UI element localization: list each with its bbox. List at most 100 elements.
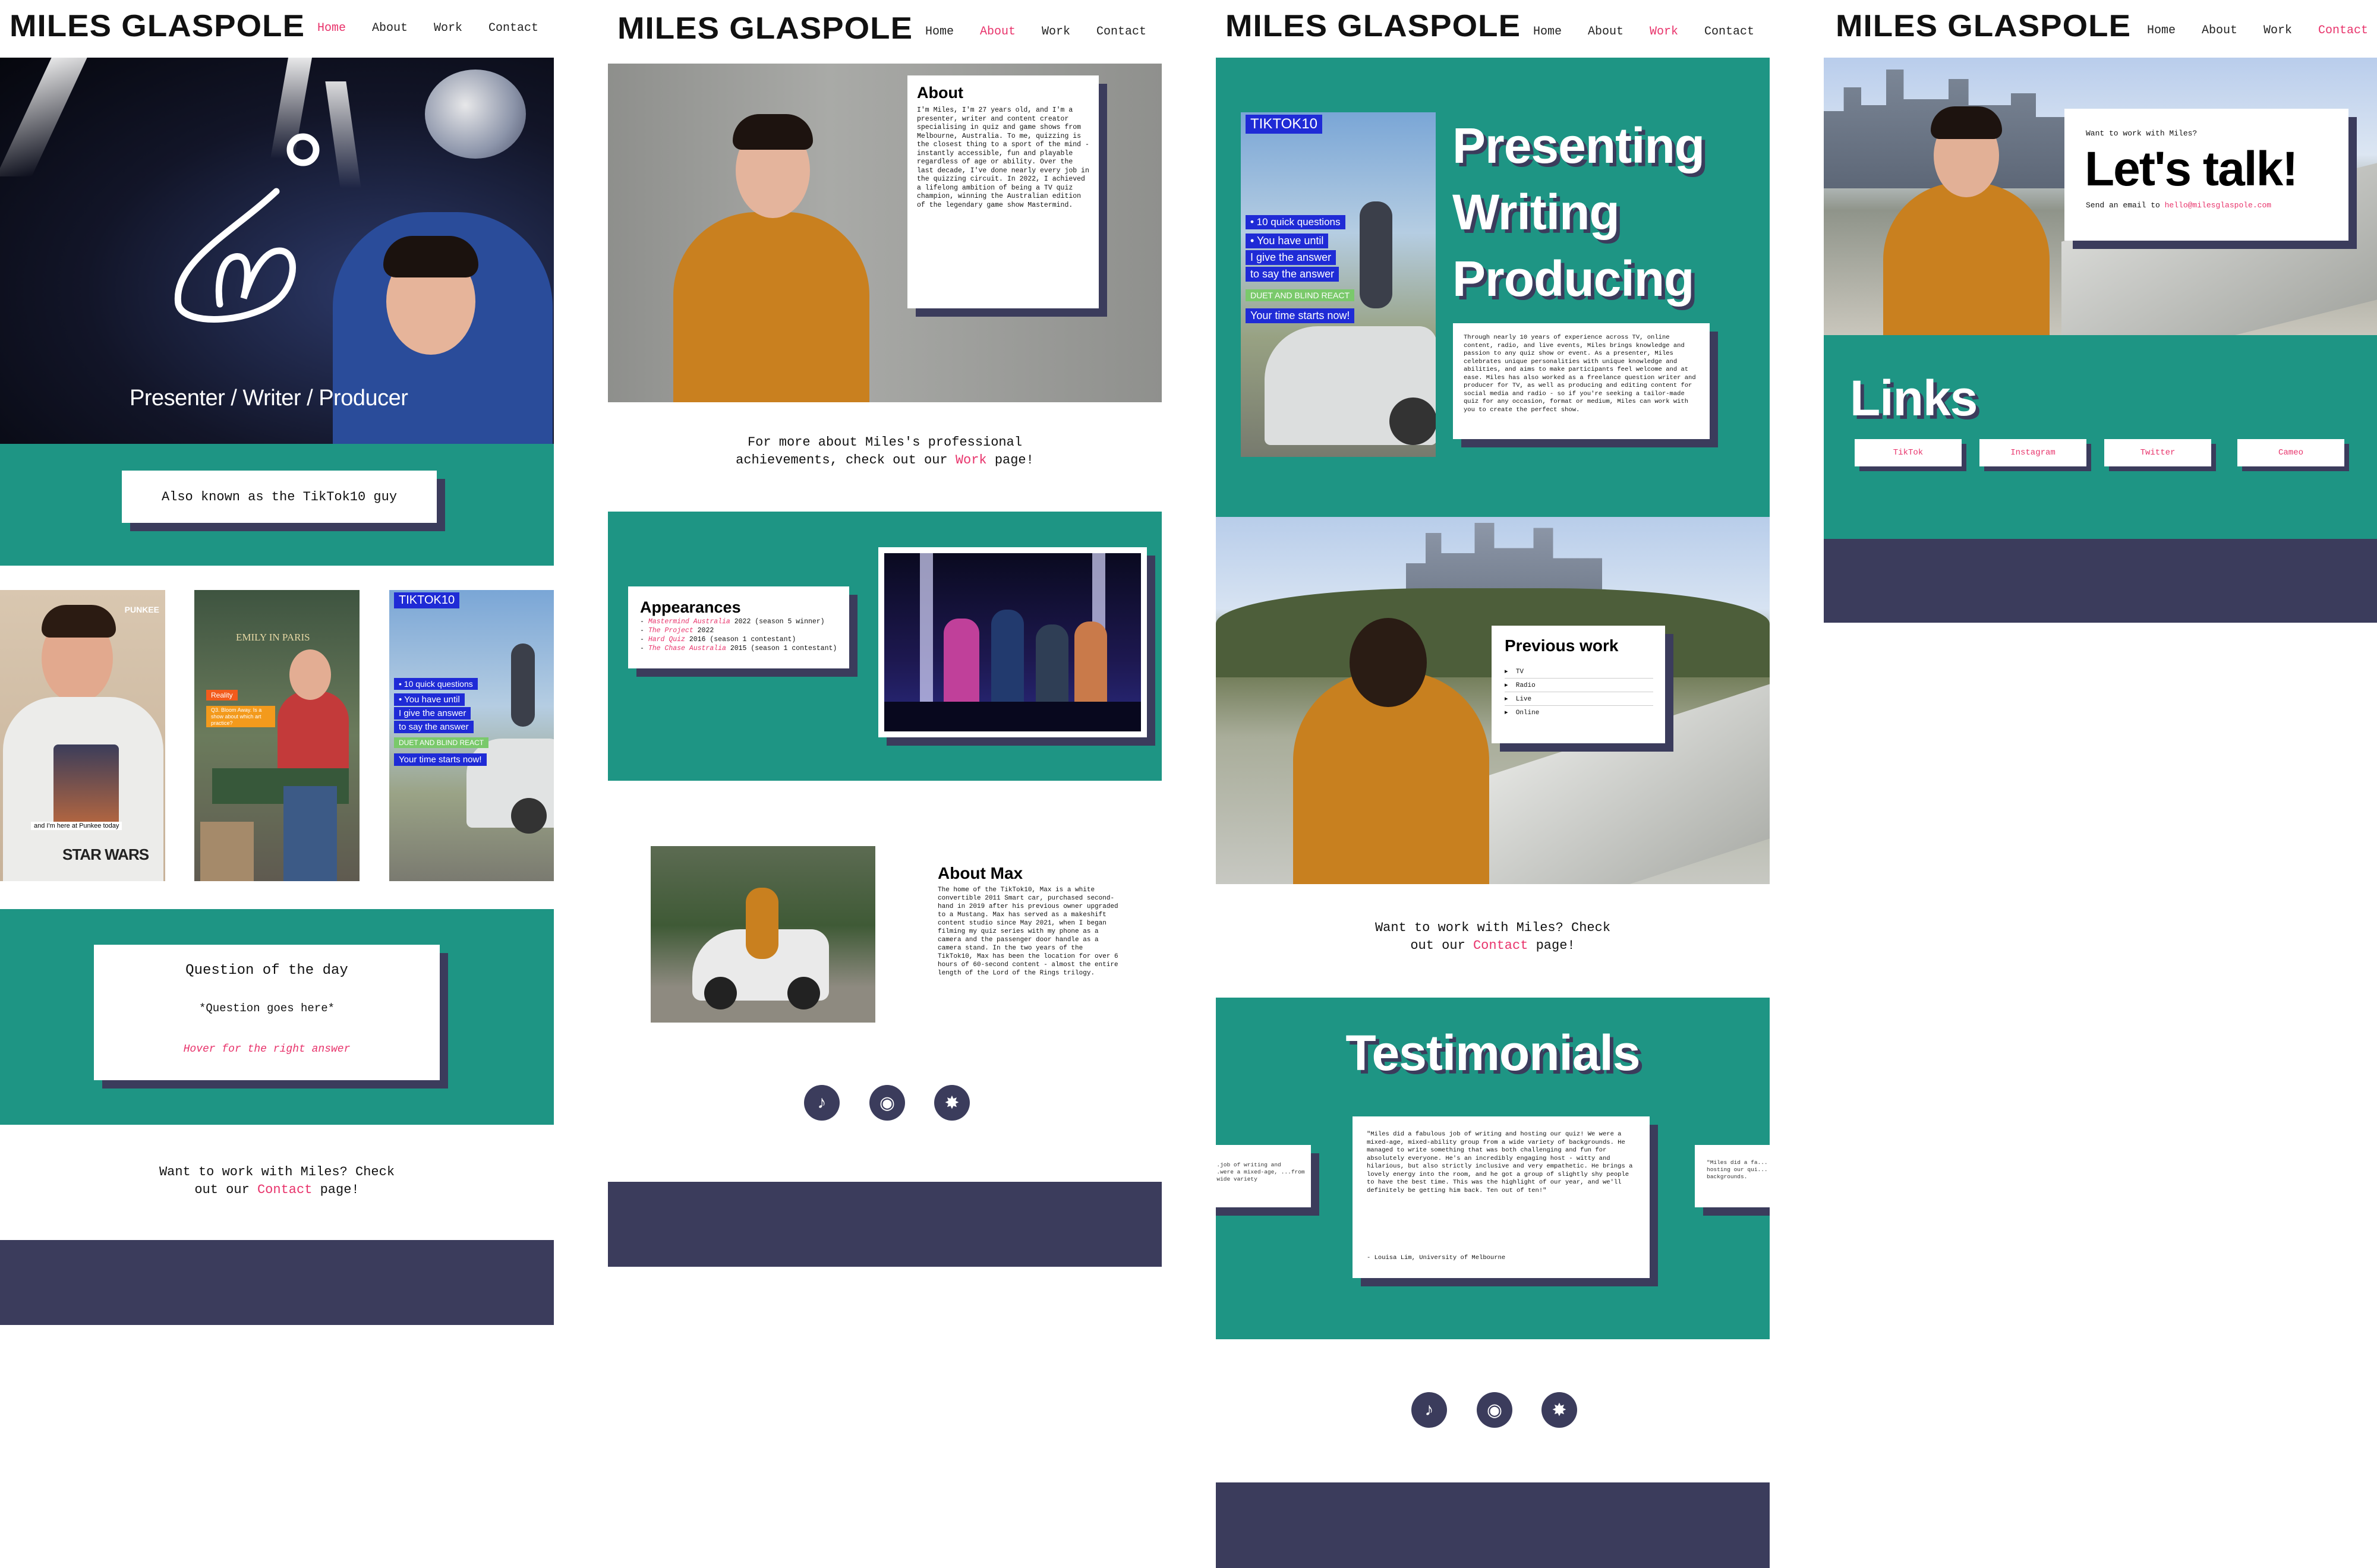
nav-contact[interactable]: Contact bbox=[1704, 25, 1754, 39]
twitter-link-button[interactable]: Twitter bbox=[2104, 439, 2211, 466]
instagram-icon[interactable]: ◉ bbox=[869, 1085, 905, 1121]
nav-work[interactable]: Work bbox=[1042, 25, 1070, 39]
max-body: The home of the TikTok10, Max is a white… bbox=[938, 886, 1118, 977]
email-link[interactable]: hello@milesglaspole.com bbox=[2165, 201, 2271, 210]
nav-contact[interactable]: Contact bbox=[488, 21, 538, 35]
lets-talk-title: Let's talk! bbox=[2085, 142, 2298, 196]
tiktok-icon[interactable]: ♪ bbox=[1411, 1392, 1447, 1428]
nav-home[interactable]: Home bbox=[925, 25, 954, 39]
tv-set-photo bbox=[884, 553, 1141, 731]
previous-title: Previous work bbox=[1505, 636, 1619, 655]
tiktok-chip: I give the answer bbox=[1246, 250, 1336, 265]
qotd-band: Question of the day *Question goes here*… bbox=[0, 909, 554, 1125]
site-header: MILES GLASPOLE Home About Work Contact bbox=[0, 0, 554, 58]
reality-chip: Reality bbox=[206, 690, 238, 701]
more-post: page! bbox=[986, 453, 1034, 468]
instagram-link-button[interactable]: Instagram bbox=[1979, 439, 2086, 466]
tiktok-chip: I give the answer bbox=[394, 707, 471, 720]
cameo-icon[interactable]: ✸ bbox=[1541, 1392, 1577, 1428]
previous-item-label: TV bbox=[1515, 668, 1524, 676]
nav-about[interactable]: About bbox=[1588, 25, 1623, 39]
person-jeans bbox=[283, 786, 337, 881]
site-header: MILES GLASPOLE Home About Work Contact bbox=[1216, 0, 1770, 58]
tiktok10-video-thumb[interactable]: TIKTOK10 • 10 quick questions • You have… bbox=[389, 590, 554, 881]
testimonials-band: Testimonials ...job of writing and ...we… bbox=[1216, 998, 1770, 1339]
testimonial-author: - Louisa Lim, University of Melbourne bbox=[1367, 1254, 1506, 1261]
appearance-item: - The Chase Australia 2015 (season 1 con… bbox=[640, 645, 837, 652]
sweater bbox=[1883, 182, 2050, 335]
table bbox=[200, 822, 254, 881]
reality-video-thumb[interactable]: EMILY IN PARIS Reality Q3. Bloom Away. I… bbox=[194, 590, 360, 881]
punkee-video-thumb[interactable]: PUNKEE and I'm here at Punkee today STAR… bbox=[0, 590, 165, 881]
show-link[interactable]: The Project bbox=[648, 627, 693, 635]
tiktok-chip: Your time starts now! bbox=[394, 753, 487, 766]
testimonial-card: "Miles did a fabulous job of writing and… bbox=[1353, 1116, 1650, 1278]
qotd-card: Question of the day *Question goes here*… bbox=[94, 945, 440, 1080]
previous-item[interactable]: ▸ TV bbox=[1505, 665, 1653, 679]
max-car-photo bbox=[651, 846, 875, 1023]
show-link[interactable]: Mastermind Australia bbox=[648, 618, 730, 626]
cta-line: out our Contact page! bbox=[1216, 937, 1770, 955]
person-on-car bbox=[511, 643, 535, 727]
nav-work[interactable]: Work bbox=[434, 21, 462, 35]
nav-home[interactable]: Home bbox=[2147, 24, 2176, 37]
reality-question-chip: Q3. Bloom Away. Is a show about which ar… bbox=[206, 706, 275, 728]
role-list: Presenting Writing Producing bbox=[1452, 112, 1705, 312]
nav-home[interactable]: Home bbox=[317, 21, 346, 35]
site-footer bbox=[0, 1240, 554, 1325]
shirt-logo: STAR WARS bbox=[62, 845, 149, 863]
nav-contact[interactable]: Contact bbox=[1096, 25, 1146, 39]
about-more: For more about Miles's professional achi… bbox=[608, 434, 1162, 469]
cta-contact-link[interactable]: Contact bbox=[257, 1182, 312, 1197]
more-work-link[interactable]: Work bbox=[956, 453, 987, 468]
cta-line: Want to work with Miles? Check bbox=[1375, 920, 1611, 935]
main-nav: Home About Work Contact bbox=[317, 21, 538, 35]
nav-work[interactable]: Work bbox=[1650, 25, 1678, 39]
nav-about[interactable]: About bbox=[2202, 24, 2237, 37]
nav-work[interactable]: Work bbox=[2263, 24, 2292, 37]
show-detail: 2022 (season 5 winner) bbox=[730, 618, 825, 626]
previous-item[interactable]: ▸ Online bbox=[1505, 706, 1653, 719]
site-logo[interactable]: MILES GLASPOLE bbox=[1225, 8, 1521, 44]
appearance-item: - Hard Quiz 2016 (season 1 contestant) bbox=[640, 636, 796, 643]
previous-item[interactable]: ▸ Live bbox=[1505, 692, 1653, 706]
home-cta: Want to work with Miles? Check out our C… bbox=[0, 1163, 554, 1199]
work-body-card: Through nearly 10 years of experience ac… bbox=[1453, 323, 1710, 439]
tiktok10-title: TIKTOK10 bbox=[394, 592, 460, 608]
show-detail: 2022 bbox=[693, 627, 714, 635]
tiktok-chip: DUET AND BLIND REACT bbox=[1246, 289, 1354, 301]
testimonial-side-card[interactable]: "Miles did a fa... hosting our qui... of… bbox=[1695, 1145, 1770, 1207]
site-logo[interactable]: MILES GLASPOLE bbox=[617, 11, 913, 46]
show-link[interactable]: The Chase Australia bbox=[648, 645, 726, 652]
qotd-hint[interactable]: Hover for the right answer bbox=[94, 1043, 440, 1055]
tiktok-chip: • 10 quick questions bbox=[1246, 215, 1345, 229]
site-header: MILES GLASPOLE Home About Work Contact bbox=[1824, 0, 2377, 58]
cameo-link-button[interactable]: Cameo bbox=[2237, 439, 2344, 466]
sweater bbox=[673, 212, 869, 402]
instagram-icon[interactable]: ◉ bbox=[1477, 1392, 1512, 1428]
tiktok-chip: Your time starts now! bbox=[1246, 308, 1355, 323]
site-logo[interactable]: MILES GLASPOLE bbox=[10, 8, 305, 44]
previous-item[interactable]: ▸ Radio bbox=[1505, 679, 1653, 692]
tiktok-link-button[interactable]: TikTok bbox=[1855, 439, 1962, 466]
cameo-icon[interactable]: ✸ bbox=[934, 1085, 970, 1121]
nav-home[interactable]: Home bbox=[1533, 25, 1562, 39]
show-link[interactable]: Hard Quiz bbox=[648, 636, 685, 643]
tiktok-chip: • You have until bbox=[394, 693, 465, 706]
cta-pre: out our bbox=[194, 1182, 257, 1197]
tiktok10-work-thumb[interactable]: TIKTOK10 • 10 quick questions • You have… bbox=[1241, 112, 1436, 457]
work-hero-band: TIKTOK10 • 10 quick questions • You have… bbox=[1216, 58, 1770, 517]
tiktok-chip: • 10 quick questions bbox=[394, 678, 478, 690]
site-logo[interactable]: MILES GLASPOLE bbox=[1836, 8, 2131, 44]
testimonial-side-card[interactable]: ...job of writing and ...were a mixed-ag… bbox=[1216, 1145, 1311, 1207]
nav-about[interactable]: About bbox=[980, 25, 1016, 39]
qotd-title: Question of the day bbox=[185, 963, 348, 979]
car-wheel bbox=[787, 977, 820, 1009]
tiktok-chip: DUET AND BLIND REACT bbox=[394, 737, 489, 748]
site-footer bbox=[1824, 539, 2377, 623]
cta-contact-link[interactable]: Contact bbox=[1473, 938, 1528, 953]
nav-contact[interactable]: Contact bbox=[2318, 24, 2368, 37]
link-label: TikTok bbox=[1893, 448, 1924, 458]
nav-about[interactable]: About bbox=[372, 21, 408, 35]
tiktok-icon[interactable]: ♪ bbox=[804, 1085, 840, 1121]
